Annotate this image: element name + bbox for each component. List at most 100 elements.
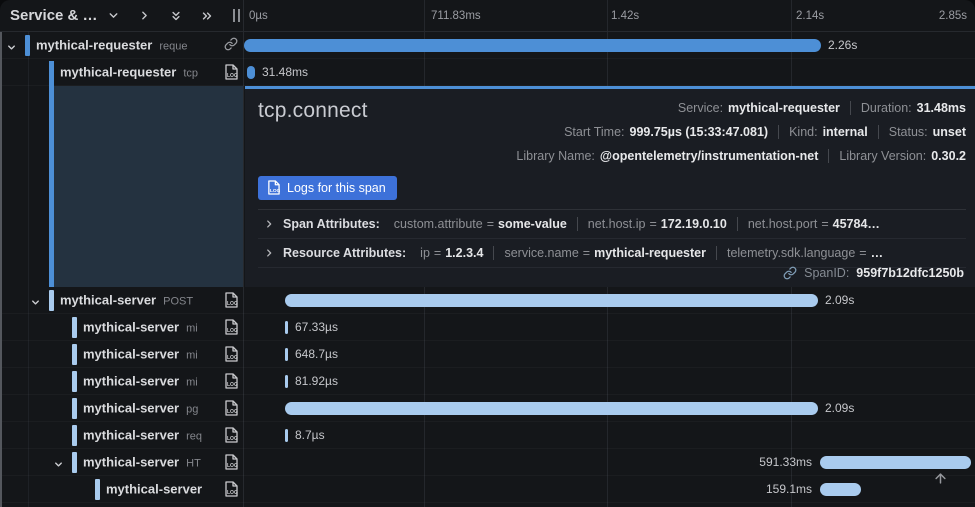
span-rows: mythical-requesterreque2.26smythical-req…: [0, 32, 975, 503]
log-icon[interactable]: LOG: [224, 64, 238, 85]
span-row[interactable]: mythical-serverreqLOG8.7µs: [0, 422, 975, 449]
span-duration-label: 2.09s: [825, 401, 854, 415]
span-timeline-cell: 2.09s: [243, 395, 975, 421]
log-icon[interactable]: LOG: [224, 400, 238, 421]
service-name: mythical-server: [60, 293, 156, 308]
span-name: mythical-requesterreque: [36, 38, 187, 53]
span-bar[interactable]: [285, 429, 288, 442]
span-row[interactable]: mythical-server POST LOG 2.09s: [0, 287, 975, 314]
span-timeline-cell: 2.26s: [243, 32, 975, 58]
link-icon[interactable]: [783, 266, 797, 280]
span-timeline-cell: 8.7µs: [243, 422, 975, 448]
overview-value: 0.30.2: [931, 149, 966, 163]
span-row[interactable]: mythical-servermiLOG81.92µs: [0, 368, 975, 395]
svg-text:LOG: LOG: [227, 355, 238, 361]
axis-tick: 0µs: [249, 10, 268, 22]
attribute-item: custom.attribute=some-value: [394, 217, 567, 231]
span-row[interactable]: mythical-requesterreque 2.26s: [0, 32, 975, 59]
chevron-down-icon[interactable]: [53, 457, 64, 475]
chevron-right-icon[interactable]: [264, 248, 274, 258]
overview-item: Library Name:@opentelemetry/instrumentat…: [516, 149, 818, 163]
span-bar[interactable]: [820, 483, 861, 496]
attribute-item: net.host.ip=172.19.0.10: [588, 217, 727, 231]
span-timeline-cell: 159.1ms: [243, 476, 975, 502]
overview-line: Start Time:999.75µs (15:33:47.081)Kind:i…: [564, 120, 966, 144]
overview-label: Start Time:: [564, 125, 624, 139]
service-name: mythical-requester: [36, 38, 152, 53]
span-bar[interactable]: [285, 402, 818, 415]
overview-item: Service:mythical-requester: [678, 101, 840, 115]
span-detail-content: tcp.connect Service:mythical-requesterDu…: [245, 86, 975, 287]
span-duration-label: 2.09s: [825, 293, 854, 307]
resource-attributes-heading: Resource Attributes:: [283, 246, 406, 260]
chevron-down-icon[interactable]: [105, 7, 123, 25]
overview-value: mythical-requester: [728, 101, 840, 115]
chevron-right-icon[interactable]: [136, 7, 154, 25]
span-detail-panel: tcp.connect Service:mythical-requesterDu…: [0, 86, 975, 287]
log-icon[interactable]: LOG: [224, 346, 238, 367]
trace-header: Service & … 0µs 711.83ms 1.42s 2.14s 2.8…: [0, 0, 975, 32]
chevrons-double-down-icon[interactable]: [167, 7, 185, 25]
attribute-value: …: [871, 246, 884, 260]
span-row[interactable]: mythical-server LOG 159.1ms: [0, 476, 975, 503]
svg-text:LOG: LOG: [227, 73, 238, 79]
link-icon[interactable]: [224, 37, 238, 56]
span-name: mythical-serverHT: [83, 455, 201, 470]
service-name: mythical-server: [83, 320, 179, 335]
axis-tick: 1.42s: [611, 10, 639, 22]
span-bar[interactable]: [285, 375, 288, 388]
separator: [737, 217, 738, 231]
svg-text:LOG: LOG: [227, 490, 238, 496]
overview-label: Kind:: [789, 125, 818, 139]
log-file-icon: LOG: [267, 180, 280, 195]
service-name: mythical-server: [106, 482, 202, 497]
operation-name: req: [186, 431, 202, 443]
log-icon[interactable]: LOG: [224, 292, 238, 313]
span-row[interactable]: mythical-servermiLOG67.33µs: [0, 314, 975, 341]
span-color-marker: [72, 398, 77, 419]
operation-name: POST: [163, 296, 193, 308]
span-overview: Service:mythical-requesterDuration:31.48…: [516, 96, 966, 168]
column-resize-handle[interactable]: [233, 9, 240, 22]
log-icon[interactable]: LOG: [224, 454, 238, 475]
span-bar[interactable]: [285, 321, 288, 334]
svg-text:LOG: LOG: [227, 436, 238, 442]
span-bar[interactable]: [247, 66, 255, 79]
span-bar[interactable]: [285, 294, 818, 307]
span-color-marker: [72, 317, 77, 338]
attribute-value: 45784…: [833, 217, 880, 231]
span-name: mythical-servermi: [83, 347, 198, 362]
log-icon[interactable]: LOG: [224, 319, 238, 340]
resource-attributes-row: Resource Attributes: ip=1.2.3.4service.n…: [258, 239, 966, 268]
span-duration-label: 591.33ms: [759, 455, 812, 469]
span-id-row: SpanID: 959f7b12dfc1250b: [783, 266, 964, 280]
span-duration-label: 648.7µs: [295, 347, 338, 361]
operation-name: pg: [186, 404, 198, 416]
chevrons-double-right-icon[interactable]: [198, 7, 216, 25]
chevron-down-icon[interactable]: [6, 40, 17, 58]
span-row[interactable]: mythical-servermi LOG 648.7µs: [0, 341, 975, 368]
span-row[interactable]: mythical-requestertcpLOG31.48ms: [0, 59, 975, 86]
log-icon[interactable]: LOG: [224, 427, 238, 448]
span-bar[interactable]: [285, 348, 288, 361]
overview-value: unset: [933, 125, 966, 139]
chevron-down-icon[interactable]: [30, 295, 41, 313]
span-bar[interactable]: [244, 39, 821, 52]
span-row[interactable]: mythical-serverpgLOG2.09s: [0, 395, 975, 422]
overview-label: Duration:: [861, 101, 912, 115]
span-color-marker: [72, 371, 77, 392]
separator: [778, 125, 779, 139]
log-icon[interactable]: LOG: [224, 481, 238, 502]
service-name: mythical-server: [83, 347, 179, 362]
span-name: mythical-servermi: [83, 374, 198, 389]
resource-attributes-items: ip=1.2.3.4service.name=mythical-requeste…: [420, 246, 883, 260]
left-scrollbar[interactable]: [0, 32, 2, 507]
chevron-right-icon[interactable]: [264, 219, 274, 229]
scroll-to-top-button[interactable]: [928, 466, 952, 490]
attribute-item: service.name=mythical-requester: [504, 246, 706, 260]
logs-for-span-button[interactable]: LOG Logs for this span: [258, 176, 397, 200]
attribute-item: telemetry.sdk.language=…: [727, 246, 883, 260]
log-icon[interactable]: LOG: [224, 373, 238, 394]
separator: [878, 125, 879, 139]
span-row[interactable]: mythical-serverHT LOG 591.33ms: [0, 449, 975, 476]
